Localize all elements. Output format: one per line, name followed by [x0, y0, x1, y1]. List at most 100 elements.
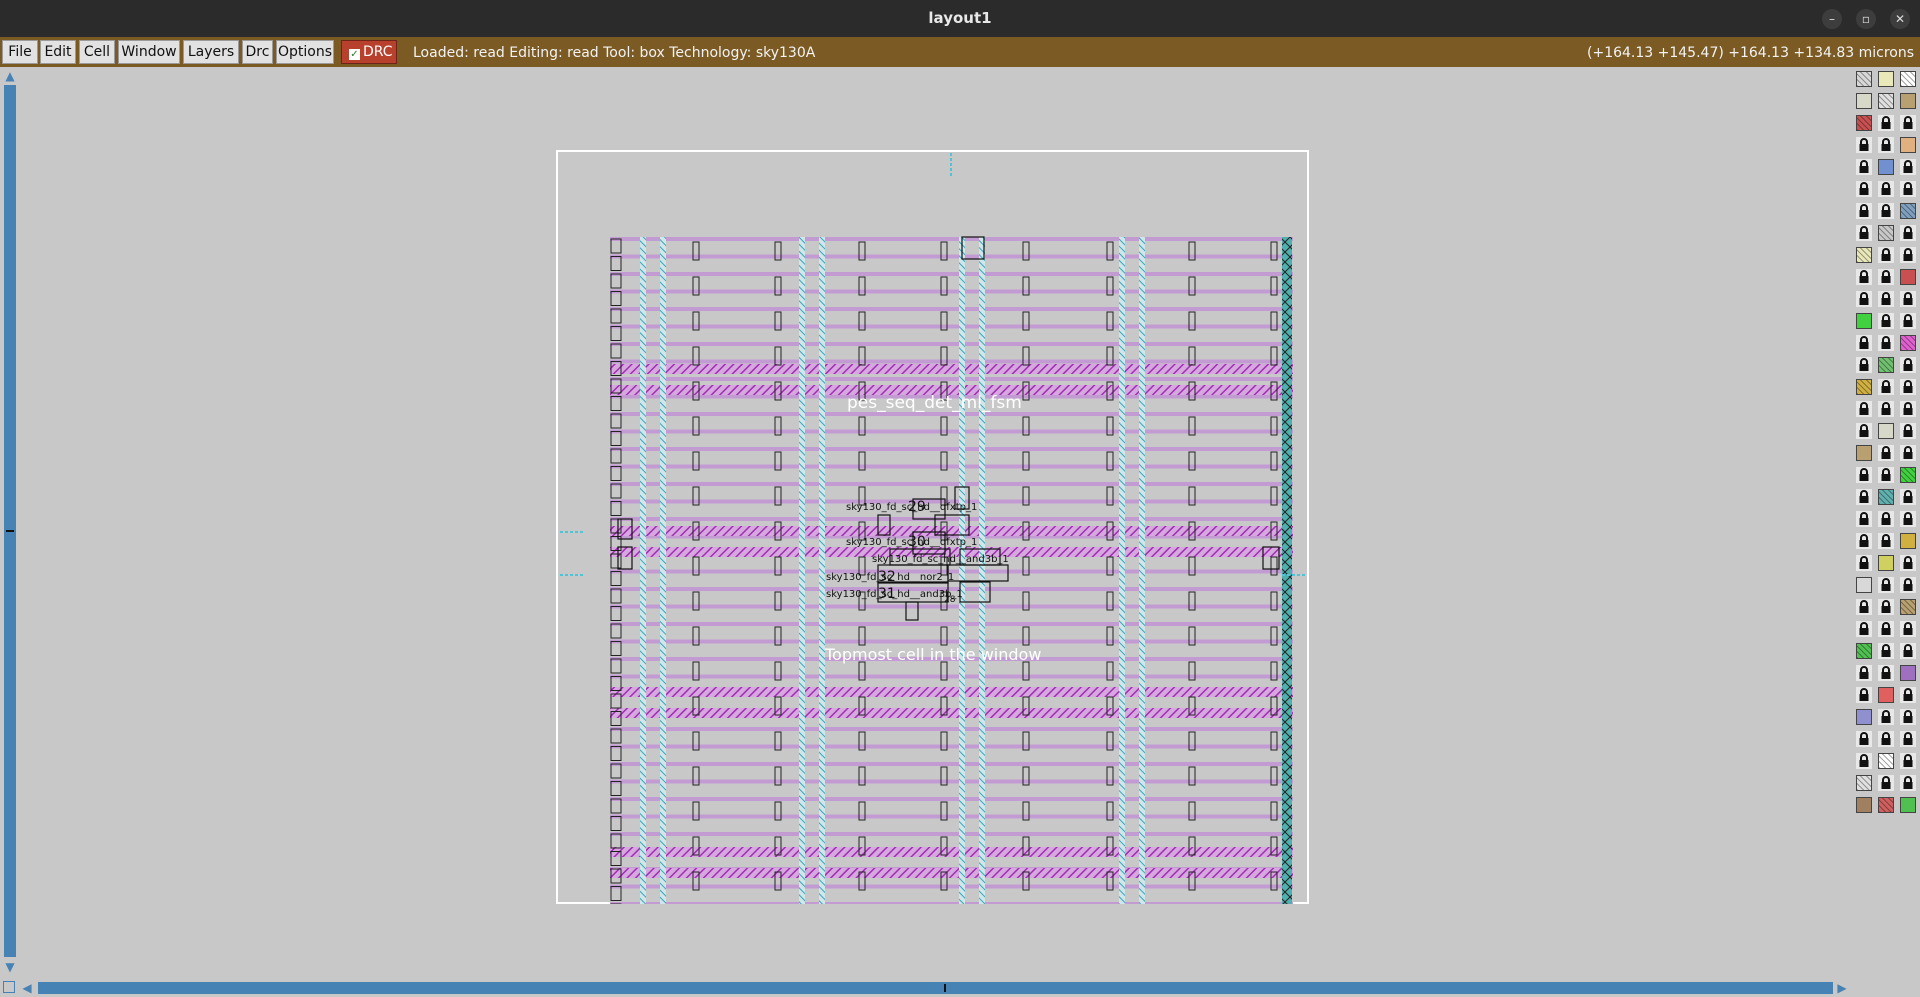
lock-icon[interactable] [1900, 489, 1916, 505]
lock-icon[interactable] [1900, 247, 1916, 263]
lock-icon[interactable] [1878, 401, 1894, 417]
layer-swatch[interactable] [1900, 137, 1916, 153]
lock-icon[interactable] [1900, 775, 1916, 791]
layer-palette[interactable] [1852, 67, 1920, 997]
lock-icon[interactable] [1900, 577, 1916, 593]
lock-icon[interactable] [1878, 247, 1894, 263]
lock-icon[interactable] [1878, 709, 1894, 725]
layer-swatch[interactable] [1900, 93, 1916, 109]
layer-swatch[interactable] [1856, 115, 1872, 131]
layer-swatch[interactable] [1878, 225, 1894, 241]
scroll-right-arrow-icon[interactable]: ▶ [1835, 981, 1849, 995]
layer-swatch[interactable] [1878, 357, 1894, 373]
drc-toggle-button[interactable]: ✓ DRC [341, 40, 397, 64]
lock-icon[interactable] [1900, 159, 1916, 175]
lock-icon[interactable] [1878, 379, 1894, 395]
lock-icon[interactable] [1856, 401, 1872, 417]
lock-icon[interactable] [1900, 687, 1916, 703]
scroll-down-arrow-icon[interactable]: ▼ [3, 960, 17, 974]
lock-icon[interactable] [1856, 731, 1872, 747]
layer-swatch[interactable] [1878, 423, 1894, 439]
lock-icon[interactable] [1856, 753, 1872, 769]
layer-swatch[interactable] [1878, 797, 1894, 813]
lock-icon[interactable] [1856, 159, 1872, 175]
lock-icon[interactable] [1900, 445, 1916, 461]
layer-swatch[interactable] [1900, 599, 1916, 615]
layer-swatch[interactable] [1878, 555, 1894, 571]
layer-swatch[interactable] [1900, 665, 1916, 681]
lock-icon[interactable] [1900, 379, 1916, 395]
lock-icon[interactable] [1900, 709, 1916, 725]
lock-icon[interactable] [1878, 445, 1894, 461]
layer-swatch[interactable] [1900, 203, 1916, 219]
lock-icon[interactable] [1900, 225, 1916, 241]
minimize-button[interactable]: – [1822, 9, 1842, 29]
lock-icon[interactable] [1878, 511, 1894, 527]
close-button[interactable]: ✕ [1890, 9, 1910, 29]
scroll-up-arrow-icon[interactable]: ▲ [3, 69, 17, 83]
layer-swatch[interactable] [1900, 71, 1916, 87]
layer-swatch[interactable] [1900, 797, 1916, 813]
lock-icon[interactable] [1878, 775, 1894, 791]
lock-icon[interactable] [1878, 621, 1894, 637]
lock-icon[interactable] [1878, 137, 1894, 153]
lock-icon[interactable] [1856, 203, 1872, 219]
layer-swatch[interactable] [1856, 797, 1872, 813]
lock-icon[interactable] [1900, 423, 1916, 439]
layer-swatch[interactable] [1878, 159, 1894, 175]
layer-swatch[interactable] [1900, 269, 1916, 285]
lock-icon[interactable] [1856, 555, 1872, 571]
menu-cell[interactable]: Cell [79, 40, 115, 64]
layer-swatch[interactable] [1878, 753, 1894, 769]
lock-icon[interactable] [1878, 731, 1894, 747]
lock-icon[interactable] [1878, 599, 1894, 615]
lock-icon[interactable] [1878, 665, 1894, 681]
lock-icon[interactable] [1856, 225, 1872, 241]
lock-icon[interactable] [1900, 621, 1916, 637]
lock-icon[interactable] [1900, 401, 1916, 417]
layout-drawing[interactable]: pes_seq_det_ml_fsm Topmost cell in the w… [20, 67, 1852, 979]
lock-icon[interactable] [1878, 181, 1894, 197]
layer-swatch[interactable] [1900, 533, 1916, 549]
lock-icon[interactable] [1856, 137, 1872, 153]
lock-icon[interactable] [1900, 643, 1916, 659]
menu-edit[interactable]: Edit [40, 40, 76, 64]
lock-icon[interactable] [1856, 533, 1872, 549]
layer-swatch[interactable] [1856, 379, 1872, 395]
layer-swatch[interactable] [1878, 489, 1894, 505]
layer-swatch[interactable] [1900, 335, 1916, 351]
menu-options[interactable]: Options [276, 40, 334, 64]
lock-icon[interactable] [1856, 467, 1872, 483]
layer-swatch[interactable] [1878, 71, 1894, 87]
layer-swatch[interactable] [1856, 709, 1872, 725]
lock-icon[interactable] [1878, 335, 1894, 351]
lock-icon[interactable] [1856, 269, 1872, 285]
layer-swatch[interactable] [1856, 313, 1872, 329]
lock-icon[interactable] [1878, 313, 1894, 329]
vertical-scroll-thumb[interactable] [6, 530, 14, 532]
lock-icon[interactable] [1856, 291, 1872, 307]
menu-file[interactable]: File [2, 40, 38, 64]
maximize-button[interactable]: ▫ [1856, 9, 1876, 29]
lock-icon[interactable] [1900, 313, 1916, 329]
menu-window[interactable]: Window [118, 40, 180, 64]
lock-icon[interactable] [1900, 291, 1916, 307]
layer-swatch[interactable] [1900, 467, 1916, 483]
lock-icon[interactable] [1856, 599, 1872, 615]
menu-drc[interactable]: Drc [242, 40, 273, 64]
layer-swatch[interactable] [1856, 247, 1872, 263]
lock-icon[interactable] [1856, 621, 1872, 637]
lock-icon[interactable] [1878, 467, 1894, 483]
lock-icon[interactable] [1856, 489, 1872, 505]
lock-icon[interactable] [1856, 665, 1872, 681]
vertical-scroll-track[interactable] [4, 85, 16, 957]
layout-canvas[interactable]: pes_seq_det_ml_fsm Topmost cell in the w… [20, 67, 1852, 979]
lock-icon[interactable] [1878, 269, 1894, 285]
menu-layers[interactable]: Layers [183, 40, 239, 64]
lock-icon[interactable] [1878, 643, 1894, 659]
layer-swatch[interactable] [1856, 445, 1872, 461]
lock-icon[interactable] [1856, 181, 1872, 197]
lock-icon[interactable] [1900, 181, 1916, 197]
lock-icon[interactable] [1878, 533, 1894, 549]
layer-swatch[interactable] [1856, 775, 1872, 791]
